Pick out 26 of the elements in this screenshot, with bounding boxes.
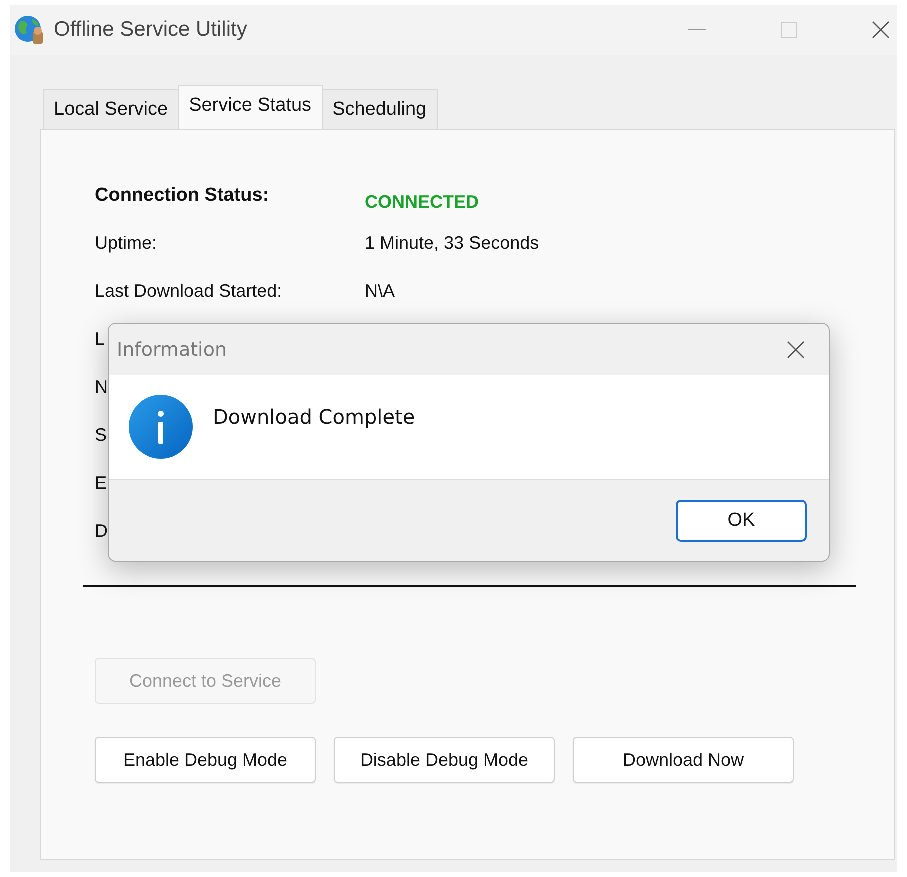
field-label: S [95,425,108,446]
tab[interactable]: Service Status [178,85,323,129]
field-label: E [95,473,108,494]
field-label: Uptime: [95,233,158,254]
close-icon[interactable] [787,340,805,358]
dialog-message: Download Complete [213,405,416,429]
field-value: CONNECTED [365,192,480,213]
action-button[interactable]: Enable Debug Mode [95,737,316,783]
tab[interactable]: Local Service [43,89,180,129]
field-label: L [95,329,106,350]
tab[interactable]: Scheduling [322,89,438,129]
field-label: N [95,377,108,398]
ok-button[interactable]: OK [676,500,807,542]
field-value: 1 Minute, 33 Seconds [365,233,540,254]
globe-icon [14,14,46,46]
close-icon[interactable] [872,21,890,39]
action-button[interactable]: Disable Debug Mode [334,737,555,783]
action-button[interactable]: Download Now [573,737,794,783]
field-label: Connection Status: [95,185,270,207]
dialog-title: Information [117,338,227,360]
minimize-icon[interactable] [688,29,706,31]
window-title: Offline Service Utility [54,18,248,42]
field-label: D [95,521,108,542]
info-icon [129,395,193,459]
field-label: Last Download Started: [95,281,282,302]
field-value: N\A [365,281,396,302]
